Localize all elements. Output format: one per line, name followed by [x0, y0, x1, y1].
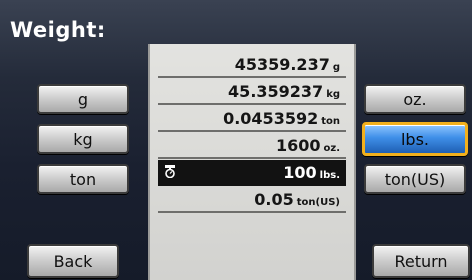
- result-value: 1600: [275, 136, 321, 155]
- result-value: 100: [283, 163, 317, 182]
- result-unit: oz.: [323, 143, 341, 154]
- back-button-label: Back: [53, 251, 93, 271]
- scale-icon: [165, 165, 175, 178]
- unit-button-label: ton(US): [384, 169, 446, 189]
- result-row-ton: 0.0453592 ton: [158, 106, 346, 132]
- result-row-oz: 1600 oz.: [158, 133, 346, 159]
- result-unit: ton: [321, 116, 340, 127]
- unit-button-lbs[interactable]: lbs.: [362, 122, 468, 156]
- unit-button-label: ton: [69, 169, 97, 189]
- return-button-label: Return: [394, 251, 448, 271]
- result-value: 45.359237: [228, 82, 324, 101]
- result-unit: lbs.: [319, 170, 340, 181]
- unit-button-ton[interactable]: ton: [37, 164, 129, 194]
- unit-button-label: g: [77, 89, 89, 109]
- unit-button-oz[interactable]: oz.: [364, 84, 466, 114]
- result-value: 0.05: [254, 190, 294, 209]
- result-unit: g: [332, 62, 340, 73]
- result-row-ton-us: 0.05 ton(US): [158, 187, 346, 213]
- unit-button-label: lbs.: [400, 129, 430, 149]
- result-row-lbs-selected[interactable]: 100 lbs.: [158, 160, 346, 186]
- result-row-g: 45359.237 g: [158, 52, 346, 78]
- back-button[interactable]: Back: [27, 244, 119, 278]
- weight-conversion-screen: Weight: g kg ton 45359.237 g 45.359237 kg …: [0, 0, 472, 280]
- conversion-results-panel: 45359.237 g 45.359237 kg 0.0453592 ton 1600…: [148, 44, 356, 280]
- unit-button-ton-us[interactable]: ton(US): [364, 164, 466, 194]
- page-title: Weight:: [10, 18, 106, 42]
- return-button[interactable]: Return: [372, 244, 470, 278]
- result-row-kg: 45.359237 kg: [158, 79, 346, 105]
- unit-button-label: oz.: [403, 89, 427, 109]
- result-value: 45359.237: [234, 55, 330, 74]
- result-value: 0.0453592: [223, 109, 319, 128]
- unit-button-label: kg: [73, 129, 93, 149]
- result-unit: kg: [326, 89, 340, 100]
- unit-button-kg[interactable]: kg: [37, 124, 129, 154]
- unit-button-g[interactable]: g: [37, 84, 129, 114]
- result-unit: ton(US): [296, 197, 340, 208]
